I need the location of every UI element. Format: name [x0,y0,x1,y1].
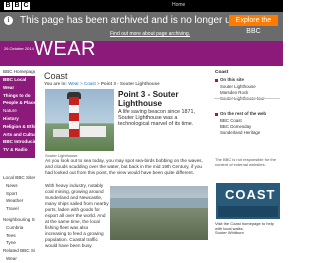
site-title[interactable]: WEAR [34,38,96,61]
article-intro: A life saving beacon since 1871, Souter … [118,109,196,127]
nav-item-things-to-do[interactable]: Things to do [0,92,35,100]
nav-item-wear-related[interactable]: Wear [0,255,35,263]
bullet-icon [215,113,218,116]
nav-item-sport[interactable]: Sport [0,190,35,198]
info-icon: i [4,16,13,25]
right-col-link-marsden[interactable]: Marsden Rock [220,90,248,95]
right-col-divider [214,98,280,99]
left-navigation: BBC Homepage BBC Local Wear Things to do… [0,66,35,261]
right-col-link-souter[interactable]: Souter Lighthouse [220,84,256,89]
nav-item-tyne[interactable]: Tyne [0,239,35,247]
external-sites-disclaimer: The BBC is not responsible for the conte… [215,157,276,167]
breadcrumb-current: Point 3 - Souter Lighthouse [100,81,160,86]
page-title: Coast [44,71,68,81]
bbc-logo-letter-b2: B [13,2,21,10]
article-paragraph-2: With heavy industry, notably coal mining… [45,183,109,248]
nav-local-sites: Local BBC Sites News Sport Weather Trave… [0,174,35,213]
right-col-link-heritage[interactable]: Sunderland Heritage [220,130,260,135]
lighthouse-tower [69,97,79,137]
lighthouse-building [80,126,106,137]
nav-neighbouring-sites: Neighbouring Sites Cumbria Tees Tyne Rel… [0,216,35,263]
coastline-image [110,186,208,240]
nav-heading-neighbouring: Neighbouring Sites [3,217,35,222]
nav-main: BBC Homepage [0,68,35,76]
bullet-icon [215,79,218,82]
breadcrumb-wear[interactable]: Wear [68,81,79,86]
nav-item-religion-ethics[interactable]: Religion & Ethics [0,123,35,131]
nav-heading-related: Related BBC Sites [3,248,35,254]
bbc-logo-letter-b1: B [4,2,12,10]
souter-lighthouse-image [45,89,114,151]
top-home-link[interactable]: Home [172,2,185,8]
nav-item-news[interactable]: News [0,182,35,190]
bbc-logo-letter-c: C [22,2,30,10]
nav-item-travel[interactable]: Travel [0,205,35,213]
archive-message: This page has been archived and is no lo… [20,15,265,26]
coast-promo-title: COAST [225,187,276,202]
explore-bbc-button[interactable]: Explore the BBC [229,15,278,35]
article-headline: Point 3 - Souter Lighthouse [118,90,179,108]
nav-main-links: BBC Local Wear Things to do People & Pla… [0,76,35,158]
bbc-logo[interactable]: B B C [4,2,30,10]
nav-item-bbc-local[interactable]: BBC Local [0,76,35,84]
nav-item-cumbria[interactable]: Cumbria [0,224,35,232]
header-date: 26 October 2014 [4,46,34,51]
nav-item-history[interactable]: History [0,115,35,123]
sea-strip [110,198,208,208]
find-out-more-link[interactable]: Find out more about page archiving. [110,31,190,37]
article-paragraph-1: As you look out to sea today, you may sp… [45,158,203,175]
coast-promo-caption: Visit the Coast homepage to help with lo… [215,221,280,236]
nav-item-nature[interactable]: Nature [0,107,35,115]
nav-item-people-places[interactable]: People & Places [0,99,35,107]
right-col-link-domesday[interactable]: BBC Domesday [220,124,251,129]
nav-item-tees[interactable]: Tees [0,232,35,240]
coast-promo-subcaption: Souter Whitburn [215,230,244,236]
bbc-top-bar [0,0,283,12]
nav-heading-local-sites: Local BBC Sites [3,175,35,180]
coast-promo-image [218,206,278,217]
nav-item-bbc-introducing[interactable]: BBC Introducing [0,138,35,146]
right-col-on-this-site: On this site [220,77,244,82]
right-col-heading-coast: Coast [215,70,229,75]
breadcrumb-prefix: You are in: [44,81,67,86]
breadcrumb-coast[interactable]: Coast [84,81,96,86]
nav-item-wear[interactable]: Wear [0,84,35,92]
right-col-rest-of-web: On the rest of the web [220,111,267,116]
nav-item-bbc-homepage[interactable]: BBC Homepage [0,68,35,76]
right-col-link-bbc-coast[interactable]: BBC Coast [220,118,242,123]
lighthouse-building-small [53,129,69,137]
nav-item-weather[interactable]: Weather [0,197,35,205]
breadcrumb: You are in: Wear > Coast > Point 3 - Sou… [44,81,160,86]
coast-promo-caption-text[interactable]: Visit the Coast homepage to help with lo… [215,221,274,231]
nav-item-tv-radio[interactable]: TV & Radio [0,146,35,154]
nav-item-arts-culture[interactable]: Arts and Culture [0,131,35,139]
